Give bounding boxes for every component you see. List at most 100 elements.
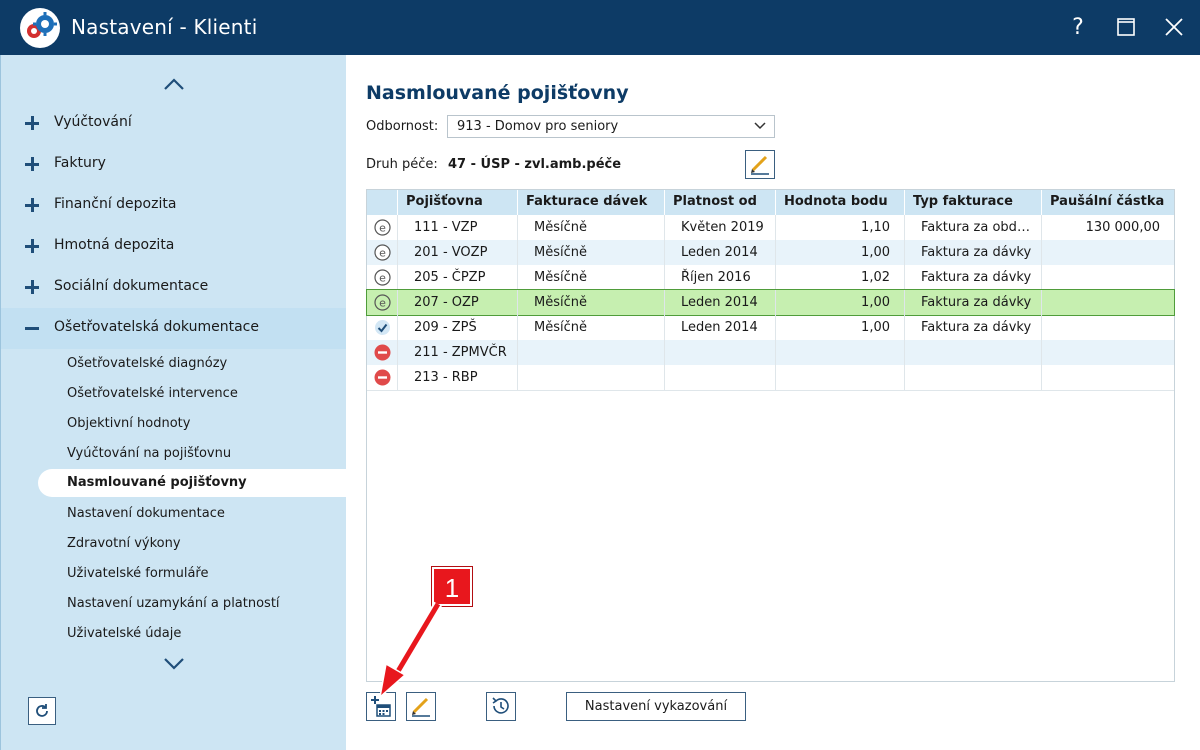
sidebar-group-faktury[interactable]: Faktury <box>1 144 347 185</box>
maximize-icon <box>1117 18 1135 36</box>
sidebar-item-label: Nastavení dokumentace <box>67 506 225 521</box>
status-cell <box>367 315 398 340</box>
sidebar-item-uzivatelske-formulare[interactable]: Uživatelské formuláře <box>1 560 347 588</box>
title-bar: Nastavení - Klienti ? <box>0 0 1200 55</box>
cell-fakturace: Měsíčně <box>518 315 665 340</box>
sidebar-group-label: Vyúčtování <box>54 114 132 130</box>
sidebar-item-label: Nasmlouvané pojišťovny <box>67 475 247 490</box>
close-icon <box>1165 18 1183 36</box>
odbornost-value: 913 - Domov pro seniory <box>457 119 619 134</box>
history-icon <box>492 697 509 714</box>
add-calendar-icon <box>371 696 391 717</box>
sidebar-item-nastaveni-dokumentace[interactable]: Nastavení dokumentace <box>1 500 347 528</box>
window-title: Nastavení - Klienti <box>71 15 258 39</box>
column-header[interactable]: Typ fakturace <box>905 190 1042 215</box>
maximize-button[interactable] <box>1109 10 1143 44</box>
refresh-button[interactable] <box>28 697 56 725</box>
annotation-callout: 1 <box>432 567 472 606</box>
column-header[interactable]: Fakturace dávek <box>518 190 665 215</box>
status-cell: e <box>367 215 398 240</box>
sidebar-item-vyuctovani-na-pojistovnu[interactable]: Vyúčtování na pojišťovnu <box>1 440 347 468</box>
sidebar-group-financni-depozita[interactable]: Finanční depozita <box>1 185 347 226</box>
table-row[interactable]: e 205 - ČPZP Měsíčně Říjen 2016 1,02 Fak… <box>367 265 1174 290</box>
cell-platnost: Leden 2014 <box>665 290 776 315</box>
column-header[interactable]: Hodnota bodu <box>776 190 905 215</box>
status-cell: e <box>367 265 398 290</box>
cell-hodnota <box>776 365 905 390</box>
cell-fakturace: Měsíčně <box>518 240 665 265</box>
table-row[interactable]: 211 - ZPMVČR <box>367 340 1174 365</box>
cell-typ: Faktura za dávky <box>905 315 1042 340</box>
table-row[interactable]: e 201 - VOZP Měsíčně Leden 2014 1,00 Fak… <box>367 240 1174 265</box>
cell-fakturace <box>518 340 665 365</box>
minus-icon <box>25 321 39 335</box>
chevron-up-icon <box>164 78 184 90</box>
sidebar-group-hmotna-depozita[interactable]: Hmotná depozita <box>1 226 347 267</box>
cell-pausal <box>1042 265 1174 290</box>
nastaveni-vykazovani-button[interactable]: Nastavení vykazování <box>566 692 746 721</box>
column-header[interactable]: Platnost od <box>665 190 776 215</box>
scroll-down-button[interactable] <box>161 653 187 675</box>
close-button[interactable] <box>1157 10 1191 44</box>
column-header[interactable]: Pojišťovna <box>398 190 518 215</box>
cell-fakturace <box>518 365 665 390</box>
add-insurance-button[interactable] <box>366 692 396 721</box>
cell-pojistovna: 209 - ZPŠ <box>398 315 518 340</box>
sidebar-group-osetrovatelska-dokumentace[interactable]: Ošetřovatelská dokumentace <box>1 308 347 349</box>
sidebar-item-nasmlouvane-pojistovny[interactable]: Nasmlouvané pojišťovny <box>38 469 347 497</box>
pencil-icon <box>751 155 769 175</box>
sidebar-item-label: Nastavení uzamykání a platností <box>67 596 280 611</box>
cell-platnost: Leden 2014 <box>665 240 776 265</box>
cell-hodnota: 1,00 <box>776 315 905 340</box>
svg-text:e: e <box>379 222 386 235</box>
page-title: Nasmlouvané pojišťovny <box>366 82 629 104</box>
status-cell <box>367 340 398 365</box>
cell-pojistovna: 111 - VZP <box>398 215 518 240</box>
odbornost-select[interactable]: 913 - Domov pro seniory <box>447 115 775 138</box>
table-row[interactable]: e 111 - VZP Měsíčně Květen 2019 1,10 Fak… <box>367 215 1174 240</box>
cell-platnost: Říjen 2016 <box>665 265 776 290</box>
cell-pojistovna: 205 - ČPZP <box>398 265 518 290</box>
sidebar-item-nastaveni-uzamykani[interactable]: Nastavení uzamykání a platností <box>1 590 347 618</box>
status-cell: e <box>367 290 398 315</box>
sidebar-item-label: Zdravotní výkony <box>67 536 181 551</box>
table-row[interactable]: 213 - RBP <box>367 365 1174 390</box>
chevron-down-icon <box>754 122 766 130</box>
status-cell: e <box>367 240 398 265</box>
table-row-selected[interactable]: e 207 - OZP Měsíčně Leden 2014 1,00 Fakt… <box>366 289 1175 316</box>
sidebar-item-osetrovatelske-intervence[interactable]: Ošetřovatelské intervence <box>1 380 347 408</box>
cell-typ: Faktura za dávky <box>905 240 1042 265</box>
column-header[interactable]: Paušální částka <box>1042 190 1174 215</box>
table-row[interactable]: 209 - ZPŠ Měsíčně Leden 2014 1,00 Faktur… <box>367 315 1174 340</box>
status-column-header[interactable] <box>367 190 398 215</box>
sidebar-item-zdravotni-vykony[interactable]: Zdravotní výkony <box>1 530 347 558</box>
cell-typ: Faktura za dávky <box>905 265 1042 290</box>
edit-druh-pece-button[interactable] <box>745 150 775 179</box>
cell-platnost <box>665 365 776 390</box>
sidebar-item-objektivni-hodnoty[interactable]: Objektivní hodnoty <box>1 410 347 438</box>
edit-insurance-button[interactable] <box>406 692 436 721</box>
sidebar-item-label: Ošetřovatelské intervence <box>67 386 238 401</box>
cell-hodnota: 1,00 <box>776 290 905 315</box>
sidebar-item-label: Objektivní hodnoty <box>67 416 191 431</box>
sidebar-group-vyuctovani[interactable]: Vyúčtování <box>1 103 347 144</box>
plus-icon <box>25 116 39 130</box>
insurance-table: Pojišťovna Fakturace dávek Platnost od H… <box>366 189 1175 682</box>
cell-pausal <box>1042 365 1174 390</box>
cell-fakturace: Měsíčně <box>518 265 665 290</box>
table-header: Pojišťovna Fakturace dávek Platnost od H… <box>367 190 1174 215</box>
svg-text:e: e <box>379 272 386 285</box>
cell-pojistovna: 207 - OZP <box>398 290 518 315</box>
sidebar-group-socialni-dokumentace[interactable]: Sociální dokumentace <box>1 267 347 308</box>
help-button[interactable]: ? <box>1061 10 1095 44</box>
history-button[interactable] <box>486 692 516 721</box>
svg-text:e: e <box>379 297 386 310</box>
table-bottom-divider <box>367 390 1174 391</box>
sidebar-item-uzivatelske-udaje[interactable]: Uživatelské údaje <box>1 620 347 648</box>
scroll-up-button[interactable] <box>161 73 187 95</box>
cell-typ <box>905 365 1042 390</box>
cell-platnost <box>665 340 776 365</box>
e-icon: e <box>374 269 391 286</box>
sidebar-item-osetrovatelske-diagnozy[interactable]: Ošetřovatelské diagnózy <box>1 350 347 378</box>
cell-pojistovna: 201 - VOZP <box>398 240 518 265</box>
